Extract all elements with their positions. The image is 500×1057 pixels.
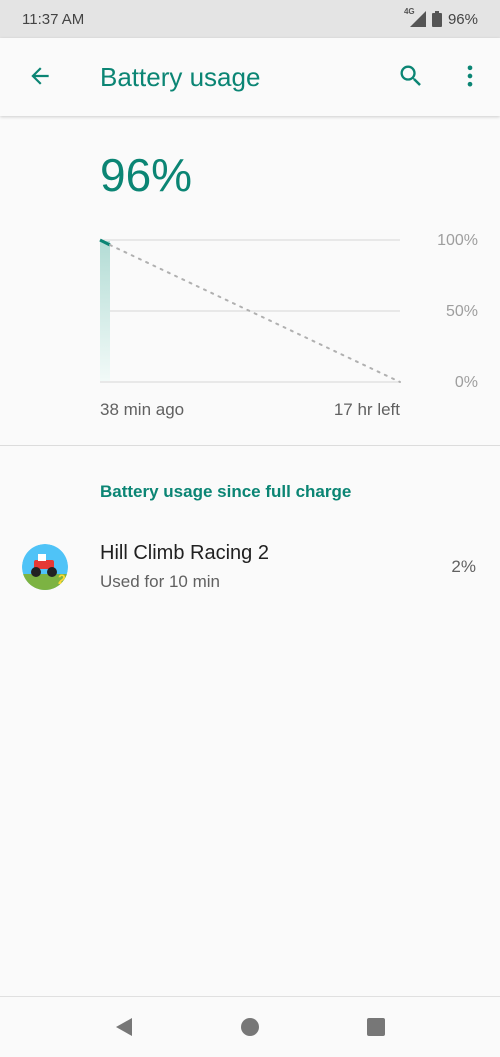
status-bar: 11:37 AM 4G 96% <box>0 0 500 38</box>
nav-home-button[interactable] <box>238 1015 262 1039</box>
nav-recents-icon <box>367 1018 385 1036</box>
y-label-50: 50% <box>445 303 478 320</box>
nav-back-button[interactable] <box>112 1015 136 1039</box>
more-options-button[interactable] <box>454 60 486 92</box>
search-button[interactable] <box>395 60 427 92</box>
y-label-0: 0% <box>454 374 478 391</box>
battery-projection-line <box>109 244 401 383</box>
nav-recents-button[interactable] <box>364 1015 388 1039</box>
app-icon: 2 <box>22 544 68 590</box>
more-vert-icon <box>467 65 473 87</box>
back-button[interactable] <box>24 60 56 92</box>
chart-end-label: 17 hr left <box>333 400 400 419</box>
status-time: 11:37 AM <box>22 10 85 28</box>
svg-text:2: 2 <box>58 571 66 587</box>
app-name: Hill Climb Racing 2 <box>100 542 269 564</box>
status-icons: 4G 96% <box>404 7 478 28</box>
list-item[interactable]: 2 Hill Climb Racing 2 Used for 10 min 2% <box>0 532 500 602</box>
app-bar: Battery usage <box>0 38 500 116</box>
battery-level: 96% <box>100 149 193 201</box>
divider <box>0 445 500 446</box>
battery-icon <box>431 11 442 27</box>
status-battery-pct: 96% <box>447 10 478 28</box>
search-icon <box>400 65 421 86</box>
section-header: Battery usage since full charge <box>100 482 352 501</box>
nav-back-icon <box>116 1018 132 1036</box>
chart-start-label: 38 min ago <box>100 400 185 419</box>
network-type: 4G <box>403 7 415 16</box>
back-arrow-icon <box>31 67 49 85</box>
y-label-100: 100% <box>437 232 478 249</box>
app-usage-percent: 2% <box>451 557 476 576</box>
signal-icon: 4G <box>404 7 426 27</box>
navigation-bar <box>0 996 500 1057</box>
battery-history-fill <box>100 241 110 381</box>
nav-home-icon <box>241 1018 259 1036</box>
page-title: Battery usage <box>100 62 261 92</box>
app-usage-detail: Used for 10 min <box>100 572 220 591</box>
